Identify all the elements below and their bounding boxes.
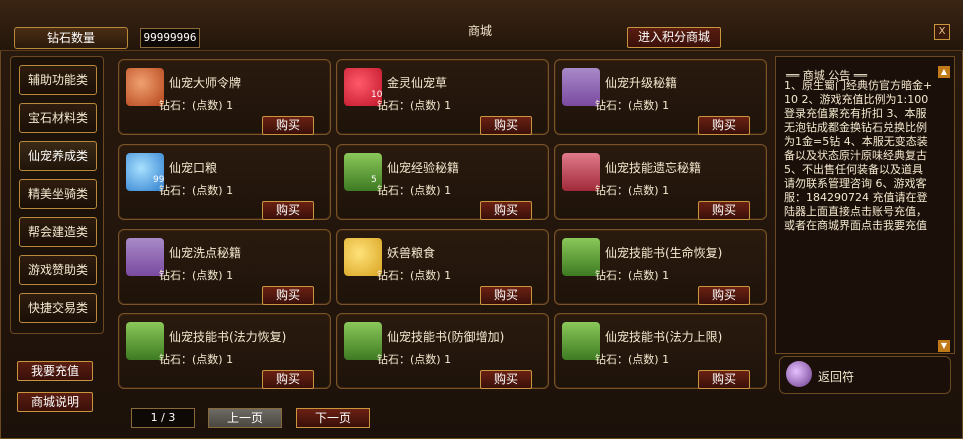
item-name: 仙宠技能遗忘秘籍 bbox=[605, 161, 702, 175]
window-title: 商城 bbox=[467, 24, 492, 38]
scroll-icon bbox=[786, 361, 812, 387]
item-card: 仙宠技能书(法力上限) 钻石：(点数) 1 购买 bbox=[554, 313, 767, 389]
item-name: 仙宠洗点秘籍 bbox=[169, 246, 242, 260]
item-price: 钻石：(点数) 1 bbox=[159, 99, 234, 112]
category-auxiliary[interactable]: 辅助功能类 bbox=[19, 65, 97, 95]
item-card: 仙宠洗点秘籍 钻石：(点数) 1 购买 bbox=[118, 229, 331, 305]
close-button[interactable]: X bbox=[934, 24, 950, 40]
item-name: 妖兽粮食 bbox=[387, 246, 436, 260]
item-price: 钻石：(点数) 1 bbox=[595, 269, 670, 282]
scroll-down-arrow-icon[interactable]: ▼ bbox=[938, 340, 950, 352]
buy-button[interactable]: 购买 bbox=[262, 286, 314, 305]
item-name: 仙宠口粮 bbox=[169, 161, 218, 175]
item-name: 仙宠技能书(生命恢复) bbox=[605, 246, 723, 260]
category-quick-trade[interactable]: 快捷交易类 bbox=[19, 293, 97, 323]
category-gem-materials[interactable]: 宝石材料类 bbox=[19, 103, 97, 133]
return-scroll-item[interactable]: 返回符 bbox=[779, 356, 951, 394]
category-mounts[interactable]: 精美坐骑类 bbox=[19, 179, 97, 209]
item-name: 仙宠升级秘籍 bbox=[605, 76, 678, 90]
buy-button[interactable]: 购买 bbox=[262, 116, 314, 135]
category-sponsor[interactable]: 游戏赞助类 bbox=[19, 255, 97, 285]
mall-help-button[interactable]: 商城说明 bbox=[17, 392, 93, 412]
item-name: 仙宠大师令牌 bbox=[169, 76, 242, 90]
category-pet-growth[interactable]: 仙宠养成类 bbox=[19, 141, 97, 171]
page-indicator: 1 / 3 bbox=[131, 408, 195, 428]
diamond-count-label: 钻石数量 bbox=[14, 27, 128, 49]
item-name: 金灵仙宠草 bbox=[387, 76, 448, 90]
buy-button[interactable]: 购买 bbox=[480, 370, 532, 389]
buy-button[interactable]: 购买 bbox=[262, 201, 314, 220]
item-price: 钻石：(点数) 1 bbox=[595, 184, 670, 197]
item-card: 仙宠技能书(生命恢复) 钻石：(点数) 1 购买 bbox=[554, 229, 767, 305]
buy-button[interactable]: 购买 bbox=[698, 201, 750, 220]
points-mall-button[interactable]: 进入积分商城 bbox=[627, 27, 721, 48]
item-grid: 仙宠大师令牌 钻石：(点数) 1 购买 10 金灵仙宠草 钻石：(点数) 1 购… bbox=[113, 56, 773, 400]
buy-button[interactable]: 购买 bbox=[698, 286, 750, 305]
scroll-up-arrow-icon[interactable]: ▲ bbox=[938, 66, 950, 78]
category-sidebar: 辅助功能类 宝石材料类 仙宠养成类 精美坐骑类 帮会建造类 游戏赞助类 快捷交易… bbox=[10, 56, 104, 334]
notice-text: 1、原生蜀门经典仿官方暗金+10 2、游戏充值比例为1:100登录充值累充有折扣… bbox=[784, 79, 933, 232]
buy-button[interactable]: 购买 bbox=[698, 370, 750, 389]
item-name: 仙宠技能书(法力上限) bbox=[605, 330, 723, 344]
item-name: 仙宠技能书(法力恢复) bbox=[169, 330, 287, 344]
item-price: 钻石：(点数) 1 bbox=[377, 184, 452, 197]
item-price: 钻石：(点数) 1 bbox=[377, 269, 452, 282]
item-price: 钻石：(点数) 1 bbox=[159, 353, 234, 366]
item-card: 妖兽粮食 钻石：(点数) 1 购买 bbox=[336, 229, 549, 305]
category-guild-build[interactable]: 帮会建造类 bbox=[19, 217, 97, 247]
buy-button[interactable]: 购买 bbox=[698, 116, 750, 135]
item-quantity: 5 bbox=[371, 175, 377, 185]
item-card: 10 金灵仙宠草 钻石：(点数) 1 购买 bbox=[336, 59, 549, 135]
item-card: 仙宠技能书(法力恢复) 钻石：(点数) 1 购买 bbox=[118, 313, 331, 389]
item-name: 仙宠经验秘籍 bbox=[387, 161, 460, 175]
item-card: 仙宠升级秘籍 钻石：(点数) 1 购买 bbox=[554, 59, 767, 135]
buy-button[interactable]: 购买 bbox=[262, 370, 314, 389]
item-price: 钻石：(点数) 1 bbox=[377, 99, 452, 112]
item-price: 钻石：(点数) 1 bbox=[595, 99, 670, 112]
item-card: 仙宠技能书(防御增加) 钻石：(点数) 1 购买 bbox=[336, 313, 549, 389]
buy-button[interactable]: 购买 bbox=[480, 116, 532, 135]
item-card: 仙宠技能遗忘秘籍 钻石：(点数) 1 购买 bbox=[554, 144, 767, 220]
item-card: 99 仙宠口粮 钻石：(点数) 1 购买 bbox=[118, 144, 331, 220]
return-scroll-label: 返回符 bbox=[818, 370, 855, 384]
item-name: 仙宠技能书(防御增加) bbox=[387, 330, 505, 344]
recharge-button[interactable]: 我要充值 bbox=[17, 361, 93, 381]
buy-button[interactable]: 购买 bbox=[480, 286, 532, 305]
buy-button[interactable]: 购买 bbox=[480, 201, 532, 220]
next-page-button[interactable]: 下一页 bbox=[296, 408, 370, 428]
item-price: 钻石：(点数) 1 bbox=[159, 269, 234, 282]
item-price: 钻石：(点数) 1 bbox=[377, 353, 452, 366]
prev-page-button[interactable]: 上一页 bbox=[208, 408, 282, 428]
item-price: 钻石：(点数) 1 bbox=[595, 353, 670, 366]
item-card: 5 仙宠经验秘籍 钻石：(点数) 1 购买 bbox=[336, 144, 549, 220]
diamond-count-value: 99999996 bbox=[140, 28, 200, 48]
notice-panel: ══ 商城 公告 ══ 1、原生蜀门经典仿官方暗金+10 2、游戏充值比例为1:… bbox=[775, 56, 955, 354]
item-card: 仙宠大师令牌 钻石：(点数) 1 购买 bbox=[118, 59, 331, 135]
item-price: 钻石：(点数) 1 bbox=[159, 184, 234, 197]
